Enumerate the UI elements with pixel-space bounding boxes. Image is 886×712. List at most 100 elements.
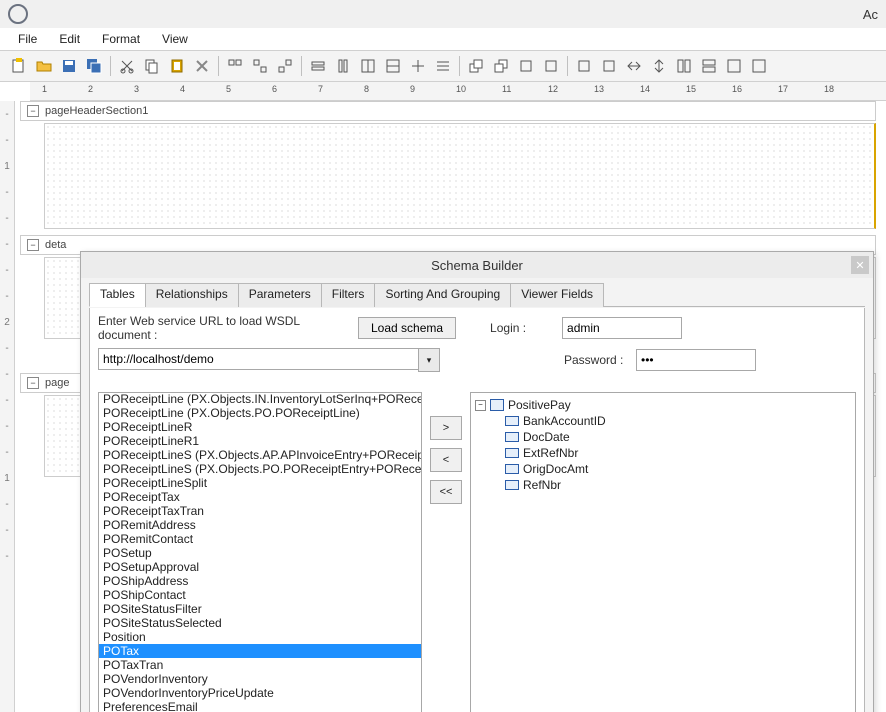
delete-icon[interactable] [191, 55, 213, 77]
ruler-tick: 13 [594, 84, 604, 94]
misc-icon[interactable] [573, 55, 595, 77]
align-icon[interactable] [274, 55, 296, 77]
order-icon[interactable] [540, 55, 562, 77]
misc-icon[interactable] [648, 55, 670, 77]
list-item[interactable]: POSiteStatusFilter [99, 602, 421, 616]
list-item[interactable]: POReceiptLineS (PX.Objects.AP.APInvoiceE… [99, 448, 421, 462]
tree-collapse-icon[interactable]: − [475, 400, 486, 411]
add-button[interactable]: > [430, 416, 462, 440]
list-item[interactable]: PORemitContact [99, 532, 421, 546]
ruler-tick: 12 [548, 84, 558, 94]
menu-view[interactable]: View [154, 30, 196, 48]
ruler-tick: 4 [180, 84, 185, 94]
collapse-icon[interactable]: − [27, 377, 39, 389]
list-item[interactable]: Position [99, 630, 421, 644]
misc-icon[interactable] [673, 55, 695, 77]
remove-all-button[interactable]: << [430, 480, 462, 504]
list-item[interactable]: POReceiptLineR1 [99, 434, 421, 448]
tree-node[interactable]: BankAccountID [505, 413, 851, 429]
tree-field-label: ExtRefNbr [523, 446, 578, 460]
dialog-title: Schema Builder [431, 258, 523, 273]
list-item[interactable]: POReceiptTaxTran [99, 504, 421, 518]
collapse-icon[interactable]: − [27, 239, 39, 251]
save-icon[interactable] [58, 55, 80, 77]
layout-icon[interactable] [332, 55, 354, 77]
tree-node[interactable]: ExtRefNbr [505, 445, 851, 461]
ruler-tick: 10 [456, 84, 466, 94]
cut-icon[interactable] [116, 55, 138, 77]
tab-sorting-and-grouping[interactable]: Sorting And Grouping [374, 283, 511, 307]
save-all-icon[interactable] [83, 55, 105, 77]
collapse-icon[interactable]: − [27, 105, 39, 117]
tab-viewer-fields[interactable]: Viewer Fields [510, 283, 604, 307]
misc-icon[interactable] [598, 55, 620, 77]
list-item[interactable]: POReceiptLine (PX.Objects.IN.InventoryLo… [99, 392, 421, 406]
dropdown-icon[interactable]: ▾ [418, 348, 440, 372]
schema-tree[interactable]: − PositivePay BankAccountIDDocDateExtRef… [470, 392, 856, 712]
align-icon[interactable] [224, 55, 246, 77]
misc-icon[interactable] [623, 55, 645, 77]
remove-button[interactable]: < [430, 448, 462, 472]
layout-icon[interactable] [357, 55, 379, 77]
list-item[interactable]: POVendorInventoryPriceUpdate [99, 686, 421, 700]
order-icon[interactable] [490, 55, 512, 77]
login-label: Login : [490, 321, 554, 335]
tab-filters[interactable]: Filters [321, 283, 376, 307]
list-item[interactable]: PORemitAddress [99, 518, 421, 532]
close-icon[interactable]: ✕ [851, 256, 869, 274]
tree-node[interactable]: OrigDocAmt [505, 461, 851, 477]
list-item[interactable]: POReceiptTax [99, 490, 421, 504]
misc-icon[interactable] [698, 55, 720, 77]
list-item[interactable]: POTaxTran [99, 658, 421, 672]
field-icon [505, 480, 519, 490]
open-icon[interactable] [33, 55, 55, 77]
menu-edit[interactable]: Edit [51, 30, 88, 48]
copy-icon[interactable] [141, 55, 163, 77]
ruler-tick: 17 [778, 84, 788, 94]
password-input[interactable] [636, 349, 756, 371]
ruler-tick: 15 [686, 84, 696, 94]
tree-field-label: DocDate [523, 430, 570, 444]
tables-list[interactable]: POReceiptPOReceiptDiscountDetailPOReceip… [98, 392, 422, 712]
list-item[interactable]: POTax [99, 644, 421, 658]
ruler-tick: 8 [364, 84, 369, 94]
menu-format[interactable]: Format [94, 30, 148, 48]
ruler-tick: 1 [42, 84, 47, 94]
section-canvas[interactable] [44, 123, 876, 229]
list-item[interactable]: POVendorInventory [99, 672, 421, 686]
list-item[interactable]: POSiteStatusSelected [99, 616, 421, 630]
tab-parameters[interactable]: Parameters [238, 283, 322, 307]
list-item[interactable]: POShipContact [99, 588, 421, 602]
tree-node[interactable]: DocDate [505, 429, 851, 445]
menu-file[interactable]: File [10, 30, 45, 48]
tree-node[interactable]: RefNbr [505, 477, 851, 493]
tab-tables[interactable]: Tables [89, 283, 146, 307]
load-schema-button[interactable]: Load schema [358, 317, 456, 339]
list-item[interactable]: POShipAddress [99, 574, 421, 588]
list-item[interactable]: POSetupApproval [99, 560, 421, 574]
order-icon[interactable] [515, 55, 537, 77]
url-input[interactable] [98, 348, 418, 370]
list-item[interactable]: PreferencesEmail [99, 700, 421, 712]
list-item[interactable]: POSetup [99, 546, 421, 560]
list-item[interactable]: POReceiptLine (PX.Objects.PO.POReceiptLi… [99, 406, 421, 420]
paste-icon[interactable] [166, 55, 188, 77]
align-icon[interactable] [249, 55, 271, 77]
list-item[interactable]: POReceiptLineS (PX.Objects.PO.POReceiptE… [99, 462, 421, 476]
layout-icon[interactable] [432, 55, 454, 77]
section-label: pageHeaderSection1 [45, 105, 148, 117]
misc-icon[interactable] [748, 55, 770, 77]
list-item[interactable]: POReceiptLineSplit [99, 476, 421, 490]
misc-icon[interactable] [723, 55, 745, 77]
ruler-tick: 18 [824, 84, 834, 94]
list-item[interactable]: POReceiptLineR [99, 420, 421, 434]
tab-relationships[interactable]: Relationships [145, 283, 239, 307]
layout-icon[interactable] [382, 55, 404, 77]
section-label: deta [45, 239, 66, 251]
layout-icon[interactable] [407, 55, 429, 77]
layout-icon[interactable] [307, 55, 329, 77]
order-icon[interactable] [465, 55, 487, 77]
section-header[interactable]: − pageHeaderSection1 [20, 101, 876, 121]
new-icon[interactable] [8, 55, 30, 77]
login-input[interactable] [562, 317, 682, 339]
